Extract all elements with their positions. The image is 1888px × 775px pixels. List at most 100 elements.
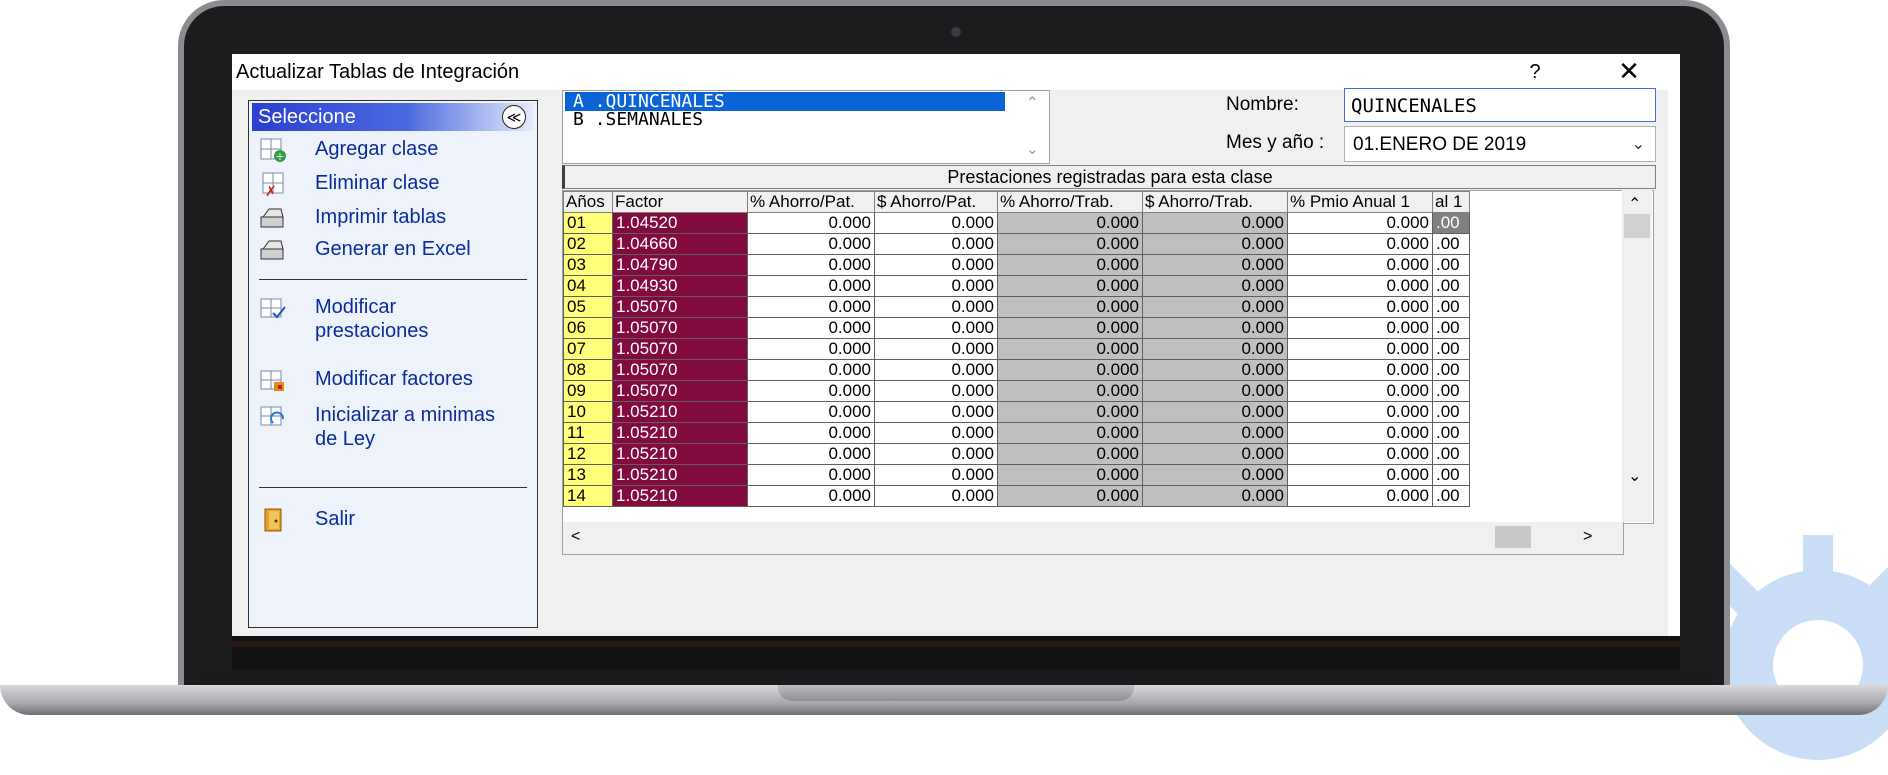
cell-pct-ahorro-trab[interactable]: 0.000 xyxy=(997,338,1143,360)
menu-item-modificar-factores[interactable]: Modificar factores xyxy=(259,367,515,393)
cell-amt-ahorro-pat[interactable]: 0.000 xyxy=(874,464,998,486)
cell-extra[interactable]: .00 xyxy=(1432,422,1470,444)
table-row[interactable]: 07 1.05070 0.000 0.000 0.000 0.000 0.000.00 xyxy=(563,338,1470,360)
cell-pct-ahorro-pat[interactable]: 0.000 xyxy=(747,401,875,423)
cell-factor[interactable]: 1.05210 xyxy=(612,401,748,423)
col-header-pct-pmio-anual[interactable]: % Pmio Anual 1 xyxy=(1287,191,1433,213)
cell-pct-ahorro-pat[interactable]: 0.000 xyxy=(747,275,875,297)
menu-item-salir[interactable]: Salir xyxy=(259,507,515,533)
cell-factor[interactable]: 1.04930 xyxy=(612,275,748,297)
cell-amt-ahorro-pat[interactable]: 0.000 xyxy=(874,212,998,234)
cell-pct-pmio-anual[interactable]: 0.000 xyxy=(1287,401,1433,423)
table-row[interactable]: 10 1.05210 0.000 0.000 0.000 0.000 0.000.00 xyxy=(563,401,1470,423)
cell-extra[interactable]: .00 xyxy=(1432,233,1470,255)
cell-anio[interactable]: 01 xyxy=(563,212,613,234)
cell-anio[interactable]: 02 xyxy=(563,233,613,255)
cell-amt-ahorro-trab[interactable]: 0.000 xyxy=(1142,443,1288,465)
cell-anio[interactable]: 08 xyxy=(563,359,613,381)
menu-item-inicializar[interactable]: Inicializar a minimas de Ley xyxy=(259,403,515,451)
cell-amt-ahorro-trab[interactable]: 0.000 xyxy=(1142,338,1288,360)
col-header-pct-ahorro-trab[interactable]: % Ahorro/Trab. xyxy=(997,191,1143,213)
menu-item-agregar-clase[interactable]: + Agregar clase xyxy=(259,137,515,163)
col-header-pct-ahorro-pat[interactable]: % Ahorro/Pat. xyxy=(747,191,875,213)
cell-amt-ahorro-trab[interactable]: 0.000 xyxy=(1142,422,1288,444)
cell-amt-ahorro-pat[interactable]: 0.000 xyxy=(874,485,998,507)
cell-extra[interactable]: .00 xyxy=(1432,443,1470,465)
cell-pct-ahorro-pat[interactable]: 0.000 xyxy=(747,380,875,402)
cell-pct-ahorro-pat[interactable]: 0.000 xyxy=(747,233,875,255)
col-header-factor[interactable]: Factor xyxy=(612,191,748,213)
cell-extra[interactable]: .00 xyxy=(1432,401,1470,423)
cell-pct-ahorro-pat[interactable]: 0.000 xyxy=(747,443,875,465)
grid-vertical-scrollbar[interactable]: ⌃ ⌄ xyxy=(1622,190,1652,522)
cell-factor[interactable]: 1.05070 xyxy=(612,296,748,318)
cell-pct-ahorro-trab[interactable]: 0.000 xyxy=(997,359,1143,381)
cell-pct-ahorro-pat[interactable]: 0.000 xyxy=(747,338,875,360)
cell-pct-ahorro-trab[interactable]: 0.000 xyxy=(997,380,1143,402)
cell-pct-ahorro-trab[interactable]: 0.000 xyxy=(997,233,1143,255)
cell-amt-ahorro-trab[interactable]: 0.000 xyxy=(1142,296,1288,318)
cell-amt-ahorro-pat[interactable]: 0.000 xyxy=(874,380,998,402)
cell-anio[interactable]: 13 xyxy=(563,464,613,486)
cell-pct-ahorro-trab[interactable]: 0.000 xyxy=(997,422,1143,444)
cell-extra[interactable]: .00 xyxy=(1432,254,1470,276)
cell-pct-ahorro-pat[interactable]: 0.000 xyxy=(747,296,875,318)
col-header-extra[interactable]: al 1 xyxy=(1432,191,1470,213)
cell-amt-ahorro-trab[interactable]: 0.000 xyxy=(1142,212,1288,234)
cell-amt-ahorro-pat[interactable]: 0.000 xyxy=(874,275,998,297)
cell-pct-pmio-anual[interactable]: 0.000 xyxy=(1287,380,1433,402)
cell-extra[interactable]: .00 xyxy=(1432,464,1470,486)
scroll-thumb[interactable] xyxy=(1495,526,1531,548)
cell-extra[interactable]: .00 xyxy=(1432,212,1470,234)
cell-anio[interactable]: 10 xyxy=(563,401,613,423)
cell-pct-ahorro-pat[interactable]: 0.000 xyxy=(747,485,875,507)
cell-amt-ahorro-trab[interactable]: 0.000 xyxy=(1142,485,1288,507)
cell-factor[interactable]: 1.05210 xyxy=(612,464,748,486)
cell-pct-ahorro-pat[interactable]: 0.000 xyxy=(747,212,875,234)
cell-factor[interactable]: 1.05210 xyxy=(612,485,748,507)
cell-pct-pmio-anual[interactable]: 0.000 xyxy=(1287,485,1433,507)
table-row[interactable]: 13 1.05210 0.000 0.000 0.000 0.000 0.000.00 xyxy=(563,464,1470,486)
cell-amt-ahorro-pat[interactable]: 0.000 xyxy=(874,422,998,444)
cell-factor[interactable]: 1.05070 xyxy=(612,380,748,402)
cell-amt-ahorro-pat[interactable]: 0.000 xyxy=(874,254,998,276)
cell-pct-pmio-anual[interactable]: 0.000 xyxy=(1287,296,1433,318)
menu-item-imprimir-tablas[interactable]: Imprimir tablas xyxy=(259,205,515,231)
cell-pct-pmio-anual[interactable]: 0.000 xyxy=(1287,275,1433,297)
cell-amt-ahorro-trab[interactable]: 0.000 xyxy=(1142,401,1288,423)
cell-pct-ahorro-trab[interactable]: 0.000 xyxy=(997,296,1143,318)
scroll-right-icon[interactable]: > xyxy=(1583,528,1592,546)
menu-item-generar-excel[interactable]: Generar en Excel xyxy=(259,237,515,263)
cell-pct-ahorro-pat[interactable]: 0.000 xyxy=(747,359,875,381)
table-row[interactable]: 11 1.05210 0.000 0.000 0.000 0.000 0.000.00 xyxy=(563,422,1470,444)
cell-anio[interactable]: 03 xyxy=(563,254,613,276)
scroll-left-icon[interactable]: < xyxy=(571,528,580,546)
scroll-down-icon[interactable]: ⌄ xyxy=(1628,466,1641,486)
cell-amt-ahorro-trab[interactable]: 0.000 xyxy=(1142,254,1288,276)
cell-extra[interactable]: .00 xyxy=(1432,380,1470,402)
cell-pct-pmio-anual[interactable]: 0.000 xyxy=(1287,254,1433,276)
cell-pct-ahorro-trab[interactable]: 0.000 xyxy=(997,443,1143,465)
cell-pct-ahorro-trab[interactable]: 0.000 xyxy=(997,275,1143,297)
cell-factor[interactable]: 1.05210 xyxy=(612,422,748,444)
menu-item-eliminar-clase[interactable]: ✗ Eliminar clase xyxy=(259,171,515,197)
table-row[interactable]: 08 1.05070 0.000 0.000 0.000 0.000 0.000.00 xyxy=(563,359,1470,381)
cell-anio[interactable]: 06 xyxy=(563,317,613,339)
collapse-icon[interactable]: ≪ xyxy=(502,105,526,129)
table-row[interactable]: 06 1.05070 0.000 0.000 0.000 0.000 0.000.00 xyxy=(563,317,1470,339)
cell-anio[interactable]: 09 xyxy=(563,380,613,402)
table-row[interactable]: 14 1.05210 0.000 0.000 0.000 0.000 0.000.00 xyxy=(563,485,1470,507)
cell-amt-ahorro-pat[interactable]: 0.000 xyxy=(874,401,998,423)
cell-pct-pmio-anual[interactable]: 0.000 xyxy=(1287,212,1433,234)
cell-pct-ahorro-trab[interactable]: 0.000 xyxy=(997,401,1143,423)
cell-amt-ahorro-trab[interactable]: 0.000 xyxy=(1142,233,1288,255)
cell-anio[interactable]: 12 xyxy=(563,443,613,465)
cell-pct-ahorro-pat[interactable]: 0.000 xyxy=(747,254,875,276)
cell-amt-ahorro-pat[interactable]: 0.000 xyxy=(874,359,998,381)
cell-amt-ahorro-pat[interactable]: 0.000 xyxy=(874,317,998,339)
cell-factor[interactable]: 1.05070 xyxy=(612,338,748,360)
cell-amt-ahorro-pat[interactable]: 0.000 xyxy=(874,338,998,360)
cell-pct-ahorro-pat[interactable]: 0.000 xyxy=(747,422,875,444)
cell-anio[interactable]: 14 xyxy=(563,485,613,507)
cell-pct-pmio-anual[interactable]: 0.000 xyxy=(1287,233,1433,255)
